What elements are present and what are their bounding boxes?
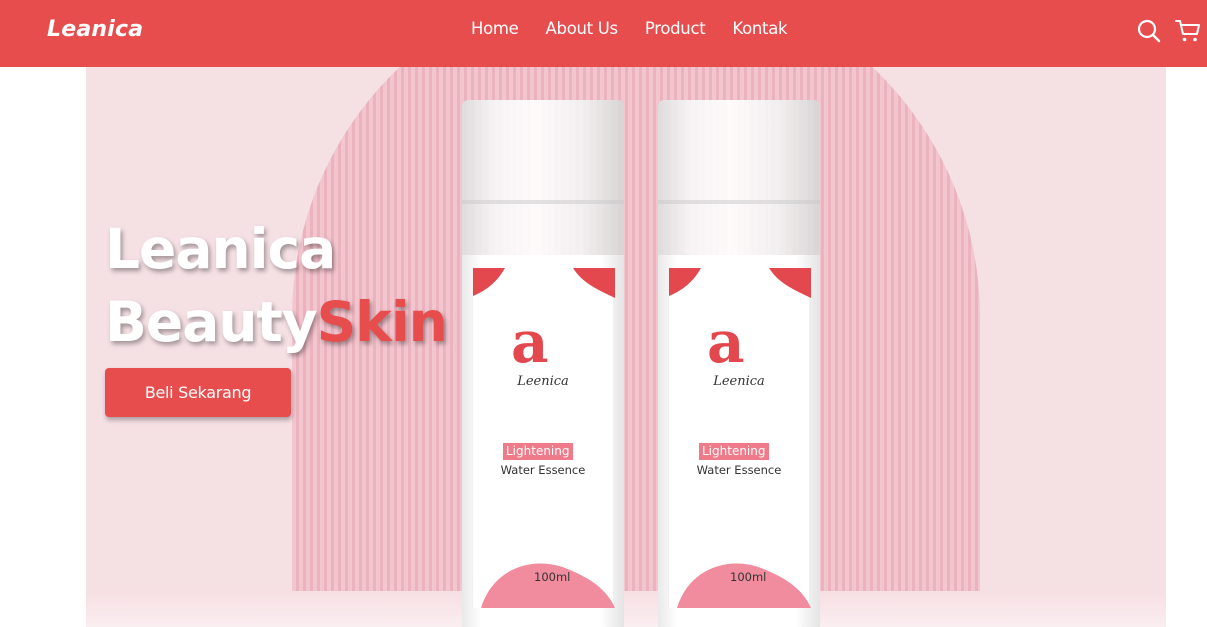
hero-title-skin: Skin — [316, 290, 448, 354]
navbar: Leanica Home About Us Product Kontak — [0, 0, 1207, 67]
product-logo-icon: a — [511, 308, 549, 376]
product-logo-icon: a — [707, 308, 745, 376]
product-bottle: a Leenica Lightening Water Essence 100ml — [658, 100, 820, 627]
hero-title-beauty: Beauty — [105, 290, 318, 354]
nav-link-product[interactable]: Product — [645, 19, 706, 38]
hero-title-line2: BeautySkin — [105, 286, 448, 359]
product-bottle: a Leenica Lightening Water Essence 100ml — [462, 100, 624, 627]
nav-link-kontak[interactable]: Kontak — [732, 19, 787, 38]
nav-link-home[interactable]: Home — [471, 19, 519, 38]
nav-link-about-us[interactable]: About Us — [546, 19, 619, 38]
product-name: Water Essence — [500, 463, 586, 477]
bottle-cap — [658, 100, 820, 260]
cart-icon[interactable] — [1175, 18, 1201, 44]
nav-menu: Home About Us Product Kontak — [471, 19, 814, 38]
brand-logo[interactable]: Leanica — [47, 17, 143, 42]
hero-title: Leanica BeautySkin — [105, 213, 448, 359]
bottle-cap — [462, 100, 624, 260]
search-icon[interactable] — [1136, 18, 1162, 44]
hero-title-line1: Leanica — [105, 217, 336, 281]
product-tag: Lightening — [503, 443, 573, 460]
product-tag: Lightening — [699, 443, 769, 460]
buy-now-button[interactable]: Beli Sekarang — [105, 368, 291, 417]
product-brand: Leenica — [713, 374, 765, 389]
product-name: Water Essence — [696, 463, 782, 477]
product-brand: Leenica — [517, 374, 569, 389]
product-volume: 100ml — [534, 570, 571, 584]
product-volume: 100ml — [730, 570, 767, 584]
